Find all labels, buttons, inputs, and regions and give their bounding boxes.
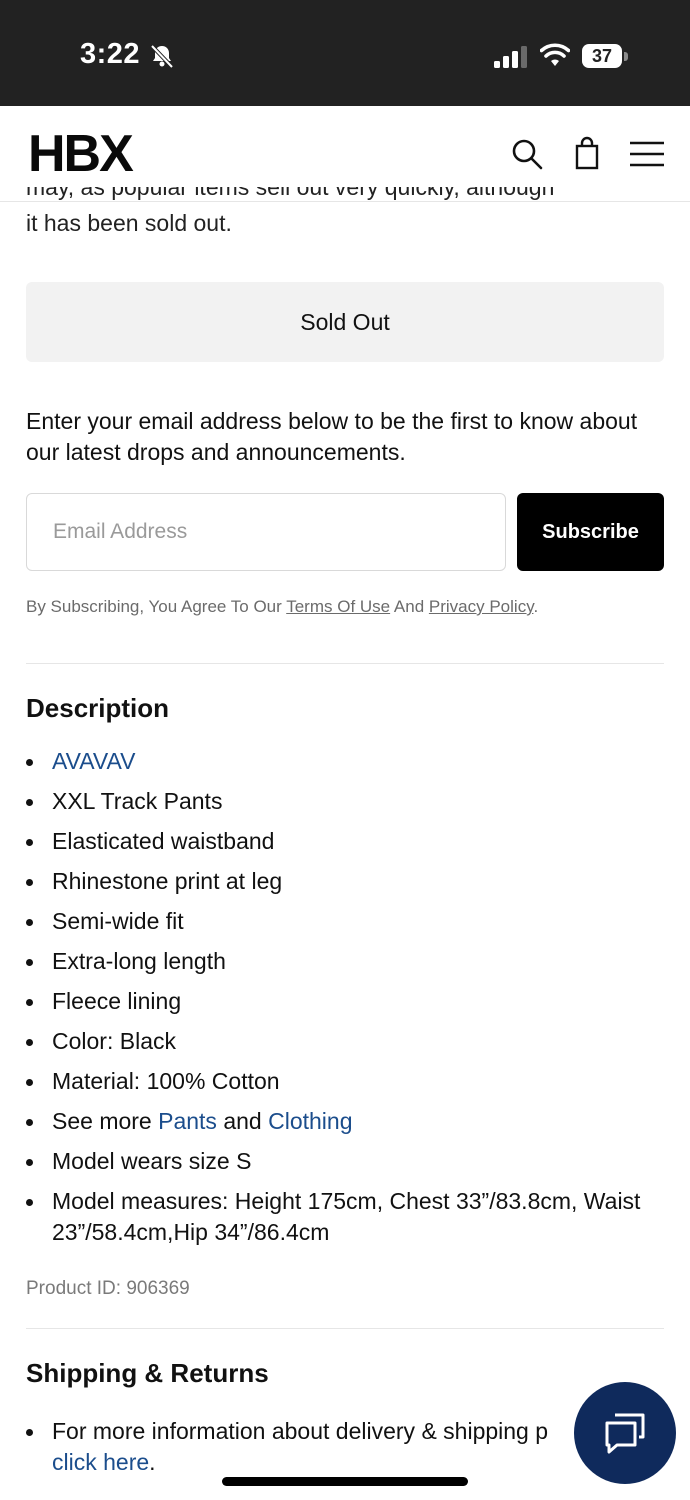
wifi-icon <box>540 43 570 66</box>
list-item: Semi-wide fit <box>26 906 646 937</box>
shopping-bag-icon[interactable] <box>569 136 605 172</box>
divider <box>26 663 664 664</box>
chat-icon <box>605 1413 645 1454</box>
signal-icon <box>494 46 527 68</box>
list-item: Extra-long length <box>26 946 646 977</box>
bell-slash-icon <box>150 44 174 69</box>
newsletter-text: Enter your email address below to be the… <box>26 408 638 465</box>
list-item: Fleece lining <box>26 986 646 1017</box>
subscribe-button[interactable]: Subscribe <box>517 493 664 571</box>
shipping-returns-title: Shipping & Returns <box>26 1358 269 1388</box>
list-item: AVAVAV <box>26 746 646 777</box>
link-suffix: . <box>149 1449 156 1475</box>
consent-suffix: . <box>533 597 539 616</box>
description-list: AVAVAV XXL Track Pants Elasticated waist… <box>26 746 646 1257</box>
product-id: Product ID: 906369 <box>26 1278 190 1299</box>
shipping-list: For more information about delivery & sh… <box>26 1416 586 1478</box>
status-time: 3:22 <box>80 38 141 70</box>
battery-level: 37 <box>591 45 613 66</box>
terms-of-use-link[interactable]: Terms Of Use <box>286 597 390 616</box>
privacy-policy-link[interactable]: Privacy Policy <box>429 597 534 616</box>
click-here-link[interactable]: click here <box>52 1449 149 1475</box>
sold-out-note: it has been sold out. <box>26 210 232 236</box>
list-item: See more Pants and Clothing <box>26 1106 646 1137</box>
battery-tip <box>624 52 628 61</box>
clipped-text: may, as popular items sell out very quic… <box>26 187 555 200</box>
hamburger-menu-icon[interactable] <box>629 136 665 172</box>
list-item: Model wears size S <box>26 1146 646 1177</box>
battery-icon: 37 <box>582 44 622 68</box>
pants-link[interactable]: Pants <box>158 1108 217 1134</box>
list-item: XXL Track Pants <box>26 786 646 817</box>
clothing-link[interactable]: Clothing <box>268 1108 352 1134</box>
chat-button[interactable] <box>574 1382 676 1484</box>
status-bar: 3:22 37 <box>0 0 690 106</box>
list-item: For more information about delivery & sh… <box>26 1416 586 1447</box>
list-item: Material: 100% Cotton <box>26 1066 646 1097</box>
consent-text: By Subscribing, You Agree To Our Terms O… <box>26 597 538 617</box>
list-item: Elasticated waistband <box>26 826 646 857</box>
see-more-and: and <box>216 1108 269 1134</box>
consent-prefix: By Subscribing, You Agree To Our <box>26 597 287 616</box>
description-title: Description <box>26 693 170 723</box>
home-indicator <box>222 1477 468 1486</box>
brand-link[interactable]: AVAVAV <box>52 748 136 774</box>
see-more-prefix: See more <box>52 1108 159 1134</box>
search-icon[interactable] <box>509 136 545 172</box>
hbx-logo[interactable]: HBX <box>28 126 134 182</box>
divider <box>26 1328 664 1329</box>
list-item: Model measures: Height 175cm, Chest 33”/… <box>26 1186 646 1248</box>
shipping-link-line: click here. <box>26 1447 586 1478</box>
email-input[interactable] <box>26 493 506 571</box>
consent-and: And <box>390 597 429 616</box>
sold-out-button[interactable]: Sold Out <box>26 282 664 362</box>
clipped-text-line: may, as popular items sell out very quic… <box>26 187 666 203</box>
list-item: Color: Black <box>26 1026 646 1057</box>
list-item: Rhinestone print at leg <box>26 866 646 897</box>
